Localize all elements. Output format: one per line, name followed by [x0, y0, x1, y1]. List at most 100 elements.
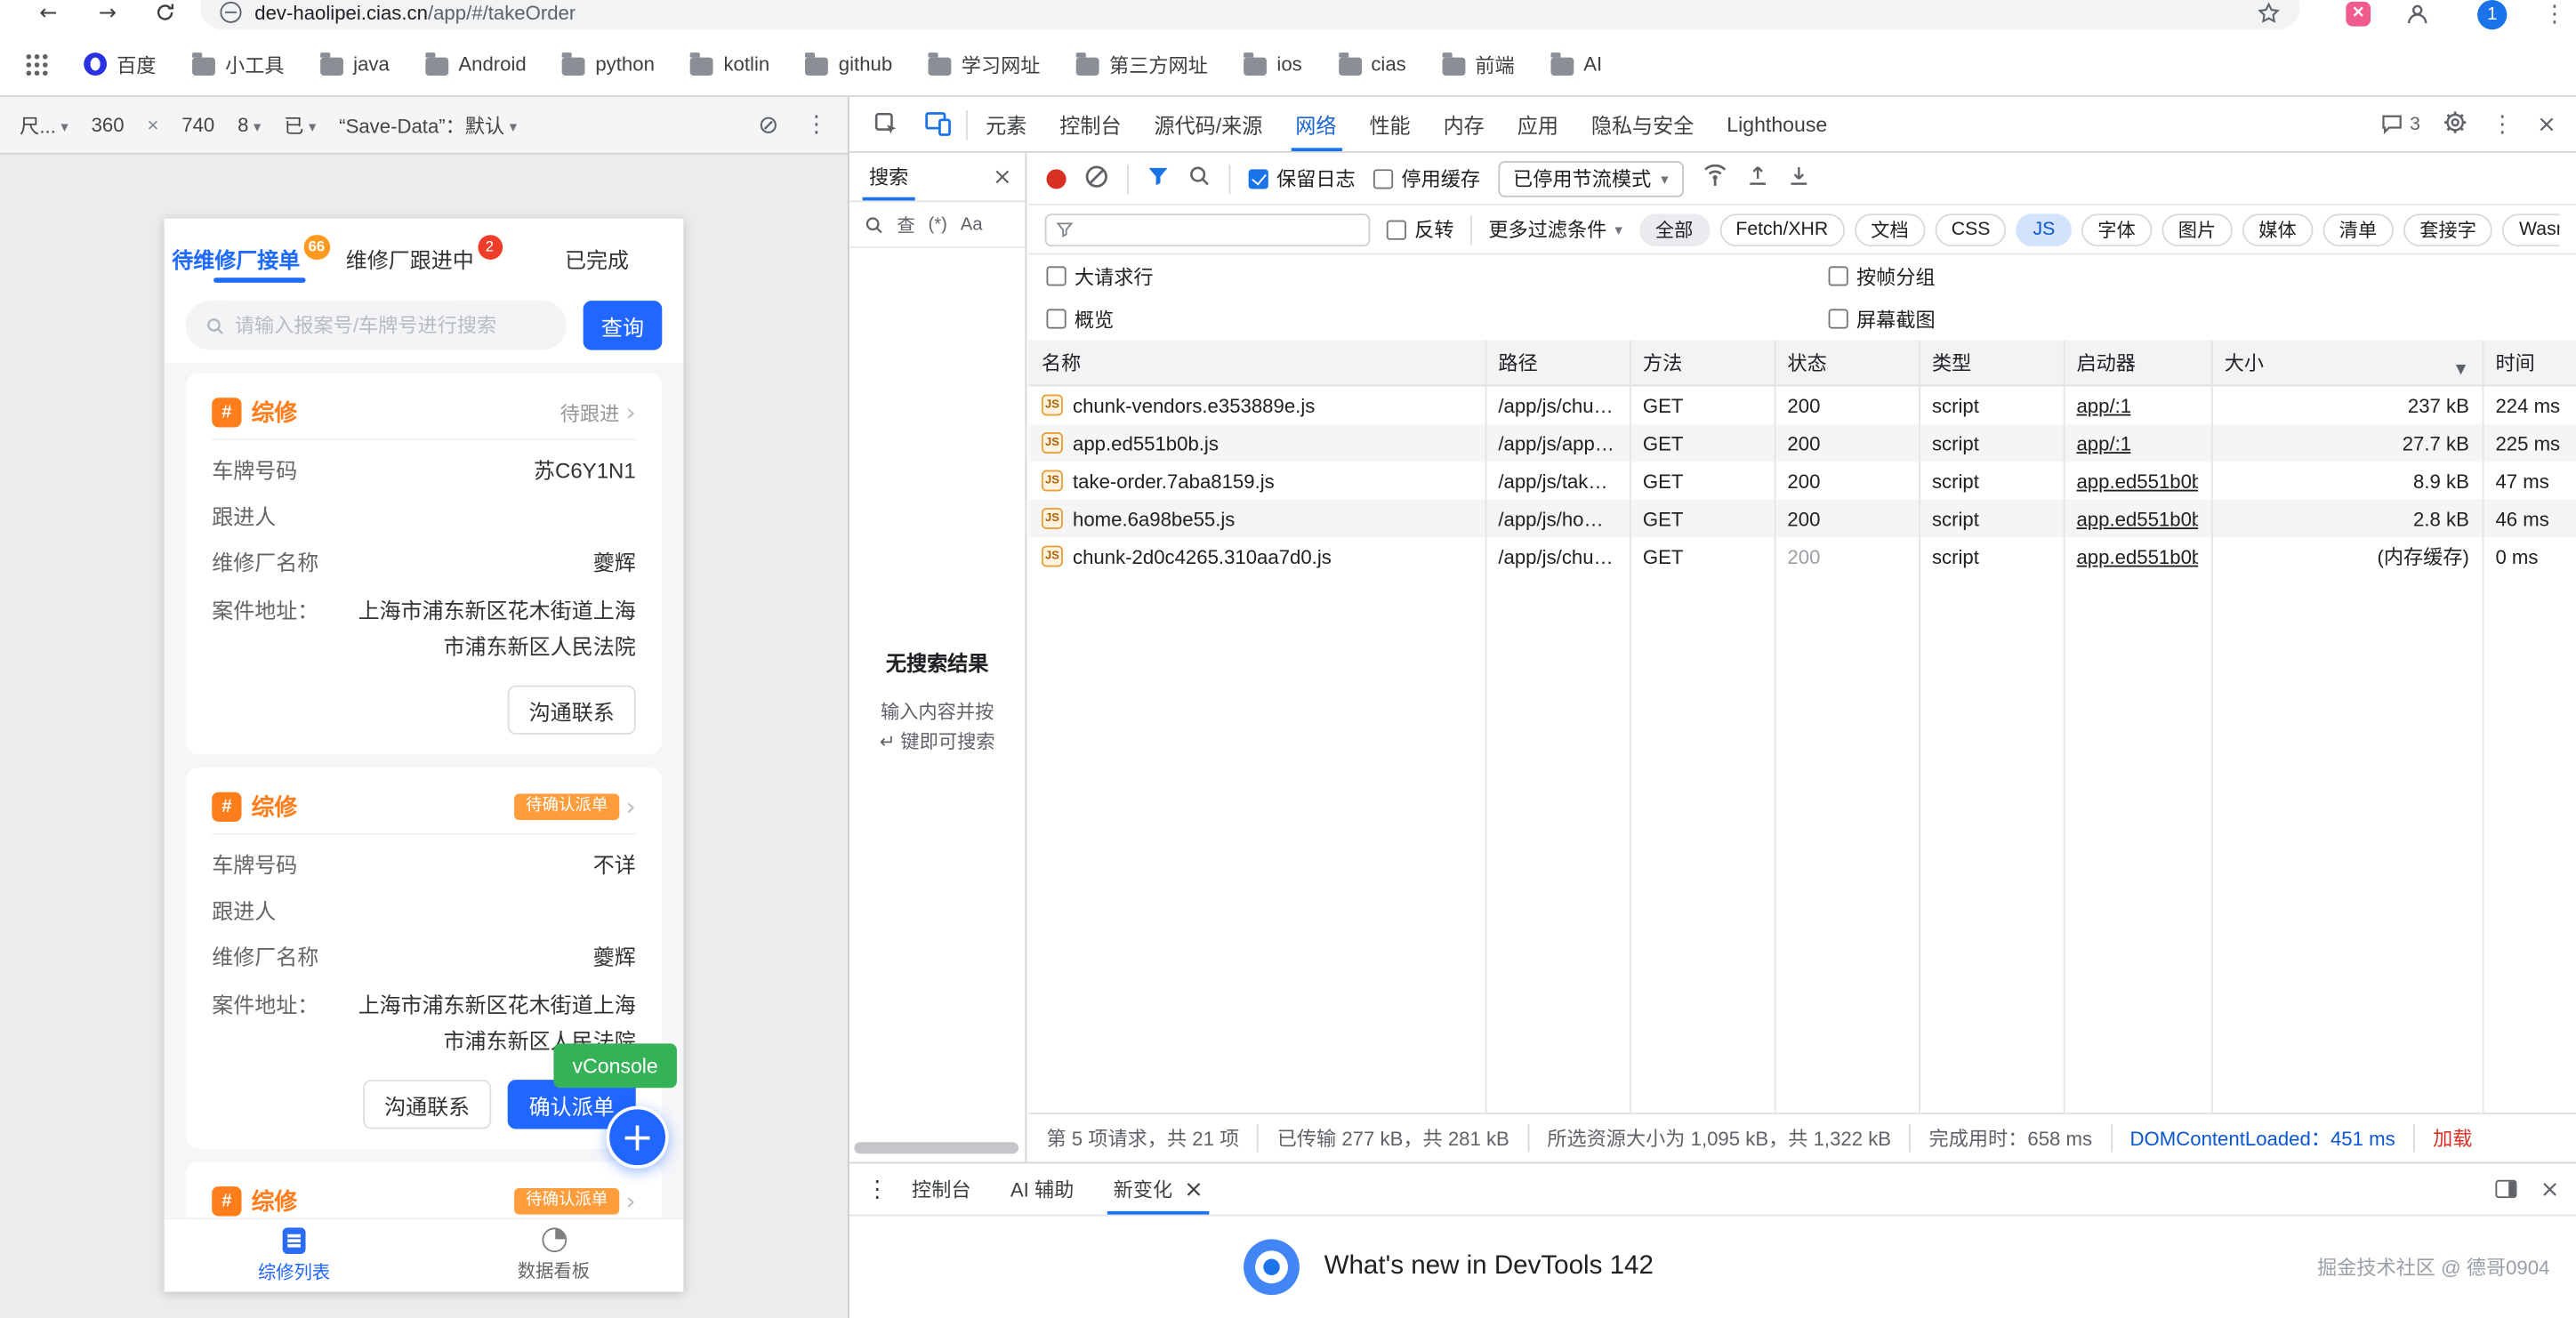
dock-side-icon[interactable]	[2496, 1180, 2517, 1198]
column-header-name[interactable]: 名称	[1028, 341, 1485, 385]
bookmark-folder[interactable]: AI	[1550, 52, 1602, 76]
filter-input[interactable]	[1045, 213, 1371, 245]
network-request-row[interactable]: chunk-2d0c4265.310aa7d0.js /app/js/chu… …	[1028, 537, 2576, 575]
column-header-initiator[interactable]: 启动器	[2064, 341, 2211, 385]
settings-icon[interactable]	[2443, 109, 2468, 139]
bookmark-folder[interactable]: Android	[425, 52, 526, 76]
nav-dashboard[interactable]: 数据看板	[424, 1219, 684, 1291]
initiator-link[interactable]: app/:1	[2076, 431, 2131, 454]
tab-memory[interactable]: 内存	[1429, 97, 1499, 151]
close-drawer-icon[interactable]	[2540, 1177, 2560, 1201]
close-devtools-icon[interactable]	[2537, 113, 2556, 136]
horizontal-scrollbar[interactable]	[854, 1142, 1018, 1153]
filter-icon[interactable]	[1147, 165, 1170, 192]
forward-button[interactable]	[99, 4, 117, 25]
site-info-icon[interactable]	[220, 2, 241, 23]
filter-text-input[interactable]	[1081, 220, 1358, 239]
chip-css[interactable]: CSS	[1935, 213, 2007, 245]
bookmark-folder[interactable]: github	[806, 52, 892, 76]
screenshots-checkbox[interactable]: 屏幕截图	[1829, 305, 1936, 333]
nav-order-list[interactable]: 综修列表	[165, 1219, 424, 1291]
save-data-select[interactable]: “Save-Data”：默认	[339, 111, 517, 139]
tab-sources[interactable]: 源代码/来源	[1139, 97, 1277, 151]
back-button[interactable]	[39, 4, 57, 25]
initiator-link[interactable]: app.ed551b0b…	[2076, 470, 2198, 493]
bookmark-folder[interactable]: python	[562, 52, 654, 76]
network-request-row[interactable]: chunk-vendors.e353889e.js /app/js/chu… G…	[1028, 386, 2576, 424]
chip-media[interactable]: 媒体	[2242, 213, 2313, 245]
invert-checkbox[interactable]: 反转	[1387, 215, 1454, 243]
bookmark-folder[interactable]: 小工具	[192, 50, 284, 77]
console-messages-indicator[interactable]: 3	[2380, 114, 2420, 135]
tab-completed[interactable]: 已完成	[511, 229, 684, 288]
browser-menu-icon[interactable]	[2543, 4, 2566, 27]
address-bar[interactable]: dev-haolipei.cias.cn/app/#/takeOrder	[200, 0, 2299, 29]
device-height-input[interactable]: 740	[181, 114, 214, 137]
chip-all[interactable]: 全部	[1638, 213, 1709, 245]
network-request-row[interactable]: app.ed551b0b.js /app/js/app… GET 200 scr…	[1028, 424, 2576, 462]
bookmark-item[interactable]: 百度	[84, 50, 156, 77]
bookmark-folder[interactable]: 学习网址	[929, 50, 1041, 77]
chip-socket[interactable]: 套接字	[2403, 213, 2493, 245]
drawer-tab-ai[interactable]: AI 辅助	[994, 1163, 1090, 1214]
network-request-row[interactable]: take-order.7aba8159.js /app/js/tak… GET …	[1028, 462, 2576, 500]
initiator-link[interactable]: app/:1	[2076, 394, 2131, 417]
apps-grid-icon[interactable]	[27, 53, 48, 75]
profile-icon[interactable]	[2405, 2, 2430, 31]
preserve-log-checkbox[interactable]: 保留日志	[1249, 165, 1356, 192]
overview-checkbox[interactable]: 概览	[1046, 305, 1114, 333]
import-har-icon[interactable]	[1787, 165, 1810, 192]
device-throttle-select[interactable]: 已	[284, 111, 316, 139]
tab-in-progress[interactable]: 维修厂跟进中2	[337, 229, 511, 288]
bookmark-star-icon[interactable]	[2258, 1, 2281, 24]
column-header-size[interactable]: 大小	[2211, 341, 2483, 385]
column-header-time[interactable]: 时间	[2483, 341, 2576, 385]
disable-cache-checkbox[interactable]: 停用缓存	[1373, 165, 1480, 192]
order-card[interactable]: 综修 待确认派单	[186, 1161, 663, 1218]
vconsole-button[interactable]: vConsole	[553, 1043, 677, 1088]
tab-lighthouse[interactable]: Lighthouse	[1712, 97, 1842, 151]
chip-doc[interactable]: 文档	[1855, 213, 1925, 245]
tab-application[interactable]: 应用	[1502, 97, 1573, 151]
drawer-tab-whats-new[interactable]: 新变化	[1097, 1163, 1220, 1214]
network-request-row[interactable]: home.6a98be55.js /app/js/ho… GET 200 scr…	[1028, 500, 2576, 538]
match-case-toggle[interactable]: Aa	[961, 214, 983, 234]
chip-js[interactable]: JS	[2017, 213, 2072, 245]
extension-icon[interactable]	[2346, 2, 2371, 27]
chip-img[interactable]: 图片	[2161, 213, 2232, 245]
bookmark-folder[interactable]: kotlin	[691, 52, 770, 76]
export-har-icon[interactable]	[1745, 165, 1768, 192]
column-header-status[interactable]: 状态	[1775, 341, 1920, 385]
search-button[interactable]: 查询	[584, 301, 663, 350]
bookmark-folder[interactable]: cias	[1338, 52, 1405, 76]
device-dimensions-select[interactable]: 尺...	[20, 111, 68, 139]
tab-elements[interactable]: 元素	[971, 97, 1042, 151]
regex-toggle[interactable]: (*)	[928, 214, 946, 234]
record-icon[interactable]	[1046, 168, 1066, 188]
column-header-path[interactable]: 路径	[1485, 341, 1630, 385]
drawer-menu-icon[interactable]	[865, 1177, 889, 1201]
close-tab-icon[interactable]	[1184, 1177, 1203, 1201]
device-toolbar-menu-icon[interactable]	[805, 114, 828, 137]
chip-manifest[interactable]: 清单	[2322, 213, 2393, 245]
inspect-icon[interactable]	[863, 112, 911, 137]
network-conditions-icon[interactable]	[1702, 165, 1728, 192]
tab-console[interactable]: 控制台	[1045, 97, 1137, 151]
order-card[interactable]: 综修 待跟进 车牌号码苏C6Y1N1 跟进人 维修厂名称夔辉 案件地址：上海市浦…	[186, 373, 663, 754]
group-by-frame-checkbox[interactable]: 按帧分组	[1829, 262, 1936, 290]
bookmark-folder[interactable]: java	[320, 52, 390, 76]
drawer-tab-console[interactable]: 控制台	[896, 1163, 987, 1214]
contact-button[interactable]: 沟通联系	[363, 1080, 491, 1129]
tab-network[interactable]: 网络	[1281, 97, 1351, 151]
initiator-link[interactable]: app.ed551b0b…	[2076, 545, 2198, 568]
initiator-link[interactable]: app.ed551b0b…	[2076, 507, 2198, 530]
device-toolbar-toggle-icon[interactable]	[914, 112, 962, 137]
tab-performance[interactable]: 性能	[1355, 97, 1425, 151]
network-search-icon[interactable]	[1187, 165, 1211, 192]
big-request-rows-checkbox[interactable]: 大请求行	[1046, 262, 1153, 290]
chip-fetch-xhr[interactable]: Fetch/XHR	[1719, 213, 1845, 245]
chip-font[interactable]: 字体	[2081, 213, 2152, 245]
bookmark-folder[interactable]: 前端	[1442, 50, 1514, 77]
bookmark-folder[interactable]: ios	[1244, 52, 1301, 76]
devtools-menu-icon[interactable]	[2491, 113, 2514, 136]
